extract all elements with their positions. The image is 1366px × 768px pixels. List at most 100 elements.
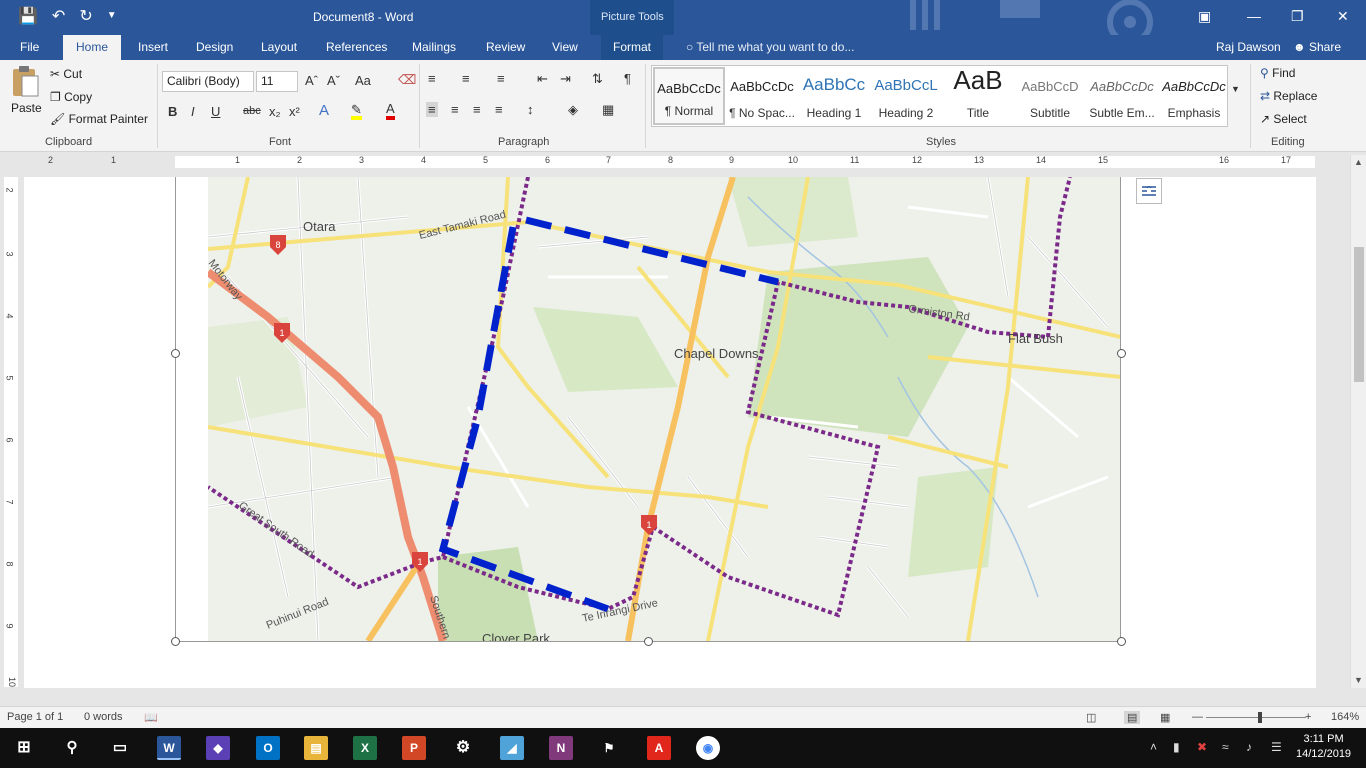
paste-label[interactable]: Paste xyxy=(11,101,42,115)
layout-options-icon[interactable] xyxy=(1136,178,1162,204)
select-button[interactable]: ↗ Select xyxy=(1260,112,1307,126)
show-formatting-icon[interactable]: ¶ xyxy=(624,71,631,86)
tell-me-search[interactable]: ○ Tell me what you want to do... xyxy=(686,40,854,54)
zoom-slider[interactable] xyxy=(1206,717,1306,718)
page-count[interactable]: Page 1 of 1 xyxy=(7,711,63,723)
tab-review[interactable]: Review xyxy=(486,40,525,54)
shading-icon[interactable]: ◈ xyxy=(568,102,578,118)
style-normal[interactable]: AaBbCcDc ¶ Normal xyxy=(653,67,725,125)
increase-indent-icon[interactable]: ⇥ xyxy=(560,71,571,87)
highlight-icon[interactable]: ✎ xyxy=(351,103,362,120)
style-heading-1[interactable]: AaBbCc Heading 1 xyxy=(798,67,870,125)
show-hidden-icons-icon[interactable]: ˄ xyxy=(1150,740,1157,754)
borders-icon[interactable]: ▦ xyxy=(602,102,614,118)
zoom-slider-thumb[interactable] xyxy=(1258,712,1262,723)
bold-icon[interactable]: B xyxy=(168,104,177,119)
resize-handle-right[interactable] xyxy=(1117,349,1126,358)
style-subtitle[interactable]: AaBbCcD Subtitle xyxy=(1014,67,1086,125)
tab-design[interactable]: Design xyxy=(196,40,233,54)
align-right-icon[interactable]: ≡ xyxy=(473,102,481,117)
settings-gear-icon[interactable]: ⚙ xyxy=(451,736,475,760)
tab-layout[interactable]: Layout xyxy=(261,40,297,54)
close-icon[interactable]: ✕ xyxy=(1337,8,1349,25)
onenote-icon[interactable]: N xyxy=(549,736,573,760)
tab-insert[interactable]: Insert xyxy=(138,40,168,54)
network-disconnected-icon[interactable]: ✖ xyxy=(1197,740,1207,754)
file-explorer-icon[interactable]: ▤ xyxy=(304,736,328,760)
line-spacing-icon[interactable]: ↕ xyxy=(527,102,534,117)
save-icon[interactable]: 💾 xyxy=(18,6,38,26)
replace-button[interactable]: ⇄ Replace xyxy=(1260,89,1317,103)
style-subtle-emphasis[interactable]: AaBbCcDc Subtle Em... xyxy=(1086,67,1158,125)
proofing-icon[interactable]: 📖 xyxy=(144,711,158,724)
align-center-icon[interactable]: ≡ xyxy=(451,102,459,117)
vertical-scrollbar[interactable]: ▲ ▼ xyxy=(1350,155,1366,688)
windows-start-icon[interactable]: ⊞ xyxy=(12,736,36,760)
battery-icon[interactable]: ▮ xyxy=(1173,740,1180,754)
strikethrough-icon[interactable]: abc xyxy=(243,105,261,117)
horizontal-ruler[interactable]: 2 1 1 2 3 4 5 6 7 8 9 10 11 12 13 14 15 … xyxy=(0,153,1366,171)
excel-icon[interactable]: X xyxy=(353,736,377,760)
zoom-level[interactable]: 164% xyxy=(1331,711,1359,723)
minimize-icon[interactable]: — xyxy=(1247,8,1261,24)
share-button[interactable]: ☻ Share xyxy=(1293,40,1341,54)
feedback-icon[interactable]: ⚑ xyxy=(597,736,621,760)
multilevel-list-icon[interactable]: ≡ xyxy=(497,71,505,86)
tab-mailings[interactable]: Mailings xyxy=(412,40,456,54)
vertical-ruler[interactable]: 2 3 4 5 6 7 8 9 10 xyxy=(4,177,18,687)
word-app-icon[interactable]: W xyxy=(157,736,181,760)
underline-icon[interactable]: U xyxy=(211,104,220,119)
decrease-indent-icon[interactable]: ⇤ xyxy=(537,71,548,87)
styles-more-icon[interactable]: ▼ xyxy=(1231,84,1240,94)
font-name-dropdown[interactable]: Calibri (Body) xyxy=(162,71,254,92)
scroll-up-icon[interactable]: ▲ xyxy=(1354,157,1363,167)
sort-icon[interactable]: ⇅ xyxy=(592,71,603,87)
customize-qat-icon[interactable]: ▼ xyxy=(107,10,117,26)
font-size-dropdown[interactable]: 11 xyxy=(256,71,298,92)
outlook-icon[interactable]: O xyxy=(256,736,280,760)
print-layout-icon[interactable]: ▤ xyxy=(1124,711,1141,724)
tab-format[interactable]: Format xyxy=(601,35,664,60)
tab-view[interactable]: View xyxy=(552,40,578,54)
user-name[interactable]: Raj Dawson xyxy=(1216,40,1281,54)
bullets-icon[interactable]: ≡ xyxy=(428,71,436,86)
style-heading-2[interactable]: AaBbCcL Heading 2 xyxy=(870,67,942,125)
redo-icon[interactable]: ↻ xyxy=(79,6,92,26)
task-view-icon[interactable]: ▭ xyxy=(108,736,132,760)
style-no-spacing[interactable]: AaBbCcDc ¶ No Spac... xyxy=(726,67,798,125)
read-mode-icon[interactable]: ◫ xyxy=(1086,711,1096,724)
powerpoint-icon[interactable]: P xyxy=(402,736,426,760)
style-emphasis[interactable]: AaBbCcDc Emphasis xyxy=(1158,67,1230,125)
folder-sync-icon[interactable]: ◢ xyxy=(500,736,524,760)
scrollbar-thumb[interactable] xyxy=(1354,247,1364,382)
shrink-font-icon[interactable]: Aˇ xyxy=(327,73,340,88)
resize-handle-left[interactable] xyxy=(171,349,180,358)
superscript-icon[interactable]: x² xyxy=(289,104,300,119)
copy-button[interactable]: ❐ Copy xyxy=(50,90,92,104)
change-case-button[interactable]: Aa xyxy=(355,73,371,88)
text-effects-icon[interactable]: A xyxy=(319,102,329,119)
word-count[interactable]: 0 words xyxy=(84,711,123,723)
tab-references[interactable]: References xyxy=(326,40,387,54)
ribbon-display-options-icon[interactable]: ▣ xyxy=(1198,8,1211,25)
resize-handle-bottom-right[interactable] xyxy=(1117,637,1126,646)
style-title[interactable]: AaB Title xyxy=(942,65,1014,125)
justify-icon[interactable]: ≡ xyxy=(495,102,503,117)
cut-button[interactable]: ✂ Cut xyxy=(50,67,82,81)
clock[interactable]: 3:11 PM 14/12/2019 xyxy=(1296,732,1351,762)
numbering-icon[interactable]: ≡ xyxy=(462,71,470,86)
zoom-out-icon[interactable]: — xyxy=(1192,711,1203,723)
chrome-icon[interactable]: ◉ xyxy=(696,736,720,760)
zoom-in-icon[interactable]: + xyxy=(1305,711,1311,723)
resize-handle-bottom-left[interactable] xyxy=(171,637,180,646)
grow-font-icon[interactable]: Aˆ xyxy=(305,73,318,88)
web-layout-icon[interactable]: ▦ xyxy=(1160,711,1170,724)
search-icon[interactable]: ⚲ xyxy=(60,736,84,760)
volume-icon[interactable]: ♪ xyxy=(1246,740,1252,754)
tab-file[interactable]: File xyxy=(20,40,39,54)
resize-handle-bottom[interactable] xyxy=(644,637,653,646)
scroll-down-icon[interactable]: ▼ xyxy=(1354,675,1363,685)
clear-formatting-icon[interactable]: ⌫ xyxy=(398,72,416,88)
restore-icon[interactable]: ❐ xyxy=(1291,8,1304,25)
undo-icon[interactable]: ↶ xyxy=(52,6,65,26)
